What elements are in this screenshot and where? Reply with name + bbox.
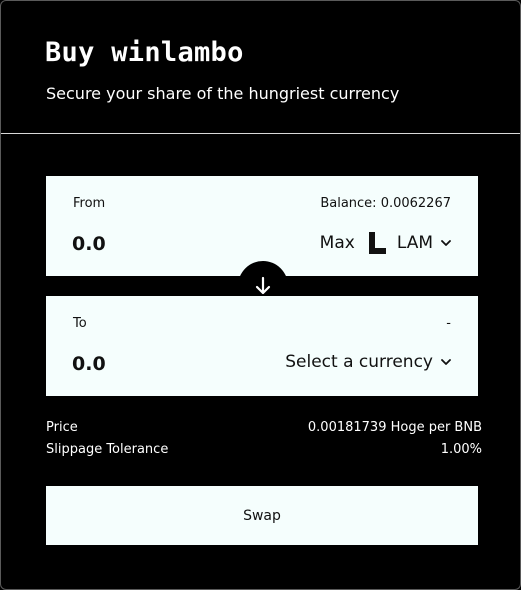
swap-widget: Buy winlambo Secure your share of the hu… xyxy=(0,0,521,590)
max-button[interactable]: Max xyxy=(320,233,355,253)
price-label: Price xyxy=(46,420,78,435)
select-currency-button[interactable]: Select a currency xyxy=(285,352,451,372)
page-title: Buy winlambo xyxy=(45,37,244,68)
swap-button[interactable]: Swap xyxy=(46,486,478,545)
lambo-logo-icon xyxy=(368,232,386,254)
slippage-value: 1.00% xyxy=(440,442,482,457)
from-label: From xyxy=(73,196,106,211)
select-currency-label: Select a currency xyxy=(285,352,433,372)
page-subtitle: Secure your share of the hungriest curre… xyxy=(46,84,400,103)
to-amount-input[interactable] xyxy=(72,353,212,375)
from-token-controls: Max LAM xyxy=(320,232,451,254)
price-value: 0.00181739 Hoge per BNB xyxy=(307,420,482,435)
header: Buy winlambo Secure your share of the hu… xyxy=(1,1,520,134)
from-token-selector[interactable]: LAM xyxy=(367,232,451,254)
to-balance: - xyxy=(446,316,451,331)
chevron-down-icon xyxy=(441,358,451,365)
arrow-down-icon xyxy=(255,276,271,295)
chevron-down-icon xyxy=(441,239,451,246)
to-panel: To - Select a currency xyxy=(46,296,478,396)
from-balance: Balance: 0.0062267 xyxy=(320,196,451,211)
to-token-controls: Select a currency xyxy=(285,352,451,372)
from-token-symbol: LAM xyxy=(396,233,433,253)
to-label: To xyxy=(73,316,87,331)
from-amount-input[interactable] xyxy=(72,233,212,255)
slippage-label: Slippage Tolerance xyxy=(46,442,169,457)
